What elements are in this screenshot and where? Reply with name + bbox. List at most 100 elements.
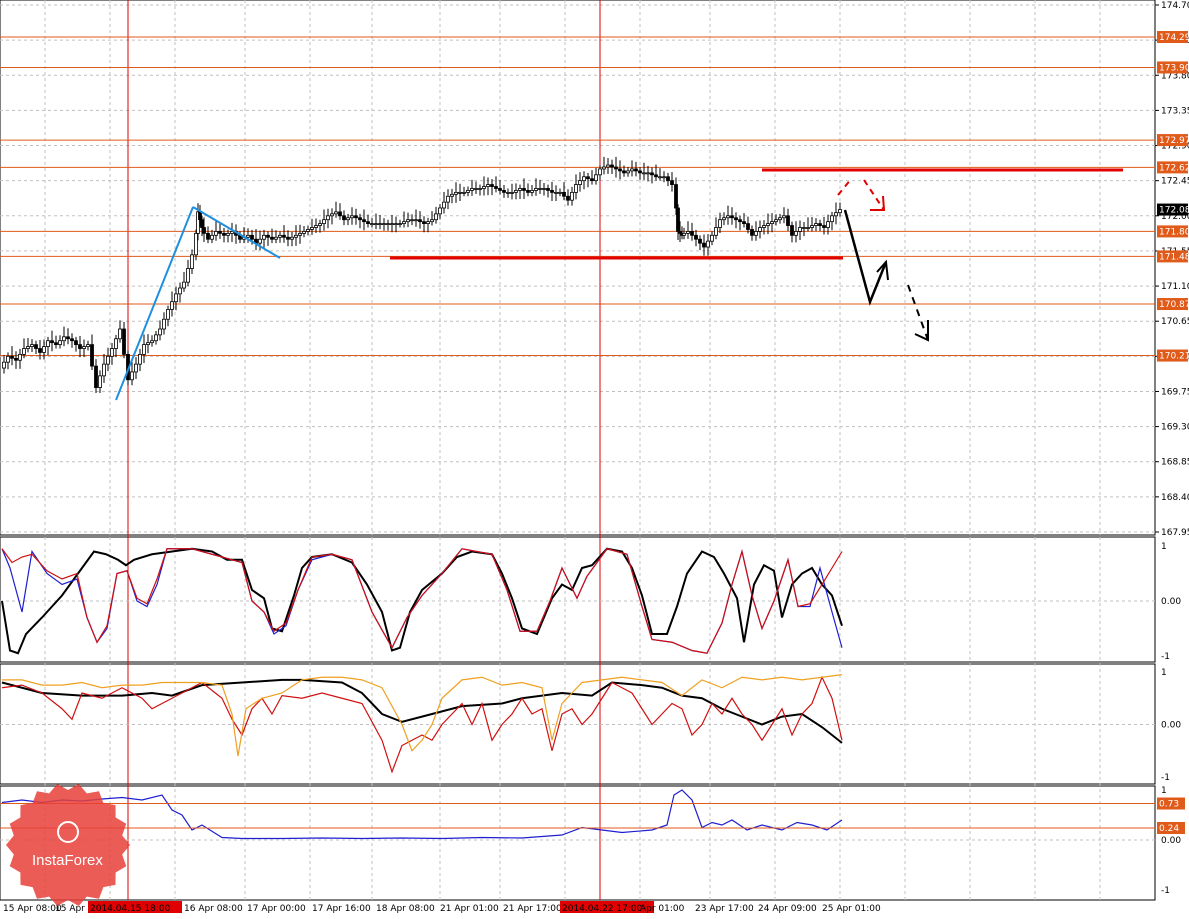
- candle-body: [550, 190, 554, 193]
- candle-body: [414, 219, 418, 222]
- candle-body: [38, 348, 42, 353]
- candle-body: [622, 170, 626, 174]
- candle-body: [246, 234, 250, 238]
- candle-body: [298, 232, 302, 236]
- candle-body: [218, 231, 222, 234]
- candle-body: [806, 227, 810, 229]
- candle-body: [646, 172, 650, 175]
- chart-canvas[interactable]: 174.70174.25173.80173.35172.90172.45172.…: [0, 0, 1189, 919]
- price-tick-label-11: 169.75: [1161, 387, 1189, 397]
- candle-body: [554, 191, 558, 194]
- candle-body: [630, 168, 634, 172]
- candle-body: [458, 191, 462, 194]
- candle-body: [822, 225, 826, 228]
- candle-body: [270, 236, 274, 240]
- candle-body: [586, 176, 590, 180]
- price-tick-label-13: 168.85: [1161, 458, 1189, 468]
- oscillator-1-tick-label-0: 1: [1161, 542, 1167, 552]
- candle-body: [34, 344, 38, 349]
- price-level-label-0: 174.29: [1159, 33, 1189, 43]
- candle-body: [506, 191, 510, 194]
- candle-body: [98, 375, 102, 388]
- price-level-label-7: 170.21: [1159, 352, 1189, 362]
- candle-body: [562, 191, 566, 197]
- candle-body: [802, 227, 806, 229]
- candle-body: [54, 342, 58, 346]
- candle-body: [406, 219, 410, 223]
- candle-body: [714, 227, 718, 236]
- candle-body: [230, 231, 234, 234]
- candle-body: [478, 188, 482, 190]
- oscillator-3-tick-label-2: -1: [1161, 886, 1170, 896]
- candle-body: [286, 236, 290, 240]
- candle-body: [106, 355, 110, 365]
- candle-body: [666, 176, 670, 182]
- price-level-label-3: 172.62: [1159, 163, 1189, 173]
- candle-body: [314, 225, 318, 228]
- candle-body: [790, 225, 794, 236]
- candle-body: [330, 213, 334, 217]
- candle-body: [274, 236, 278, 240]
- candle-body: [82, 346, 86, 349]
- candle-body: [530, 190, 534, 193]
- oscillator-2-tick-label-2: -1: [1161, 773, 1170, 783]
- candle-body: [130, 371, 134, 381]
- candle-body: [258, 238, 262, 244]
- candle-body: [558, 191, 562, 194]
- candle-body: [526, 190, 530, 193]
- candle-body: [42, 346, 46, 353]
- candle-body: [226, 232, 230, 236]
- candle-body: [442, 201, 446, 209]
- candle-body: [438, 207, 442, 215]
- candle-body: [338, 211, 342, 217]
- candle-body: [610, 164, 614, 168]
- candle-body: [50, 340, 54, 344]
- candle-body: [26, 346, 30, 349]
- candle-body: [514, 190, 518, 193]
- candle-body: [702, 242, 706, 248]
- candle-body: [674, 184, 678, 209]
- candle-body: [398, 223, 402, 226]
- candle-body: [606, 164, 610, 168]
- candle-body: [94, 365, 98, 388]
- candle-body: [786, 215, 790, 226]
- time-label-10: Apr 01:00: [640, 904, 685, 914]
- time-label-0: 15 Apr 08:00: [3, 904, 62, 914]
- candle-body: [798, 227, 802, 232]
- candle-body: [166, 309, 170, 320]
- candle-body: [70, 338, 74, 342]
- candle-body: [474, 188, 478, 190]
- candle-body: [686, 231, 690, 234]
- candle-body: [402, 221, 406, 225]
- candle-body: [838, 209, 842, 214]
- candle-body: [358, 217, 362, 221]
- candle-body: [634, 168, 638, 172]
- candle-body: [570, 191, 574, 201]
- candle-body: [590, 178, 594, 182]
- chart-background: [0, 0, 1189, 919]
- current-price-label: 172.08: [1159, 206, 1189, 216]
- candle-body: [574, 184, 578, 193]
- price-level-label-4: 171.80: [1159, 227, 1189, 237]
- time-label-2: 2014.04.15 18:00: [90, 904, 171, 914]
- price-level-label-5: 171.48: [1159, 252, 1189, 262]
- candle-body: [602, 166, 606, 170]
- candle-body: [462, 191, 466, 194]
- candle-body: [2, 361, 6, 369]
- candle-body: [190, 254, 194, 269]
- candle-body: [426, 221, 430, 225]
- candle-body: [718, 219, 722, 228]
- candle-body: [670, 180, 674, 185]
- candle-body: [206, 232, 210, 240]
- price-tick-label-5: 172.45: [1161, 177, 1189, 187]
- candle-body: [750, 229, 754, 236]
- candle-body: [30, 344, 34, 347]
- candle-body: [202, 227, 206, 234]
- candle-body: [566, 195, 570, 201]
- candle-body: [306, 229, 310, 232]
- candle-body: [522, 188, 526, 191]
- candle-body: [486, 184, 490, 187]
- candle-body: [342, 215, 346, 221]
- candle-body: [278, 234, 282, 238]
- candle-body: [698, 238, 702, 244]
